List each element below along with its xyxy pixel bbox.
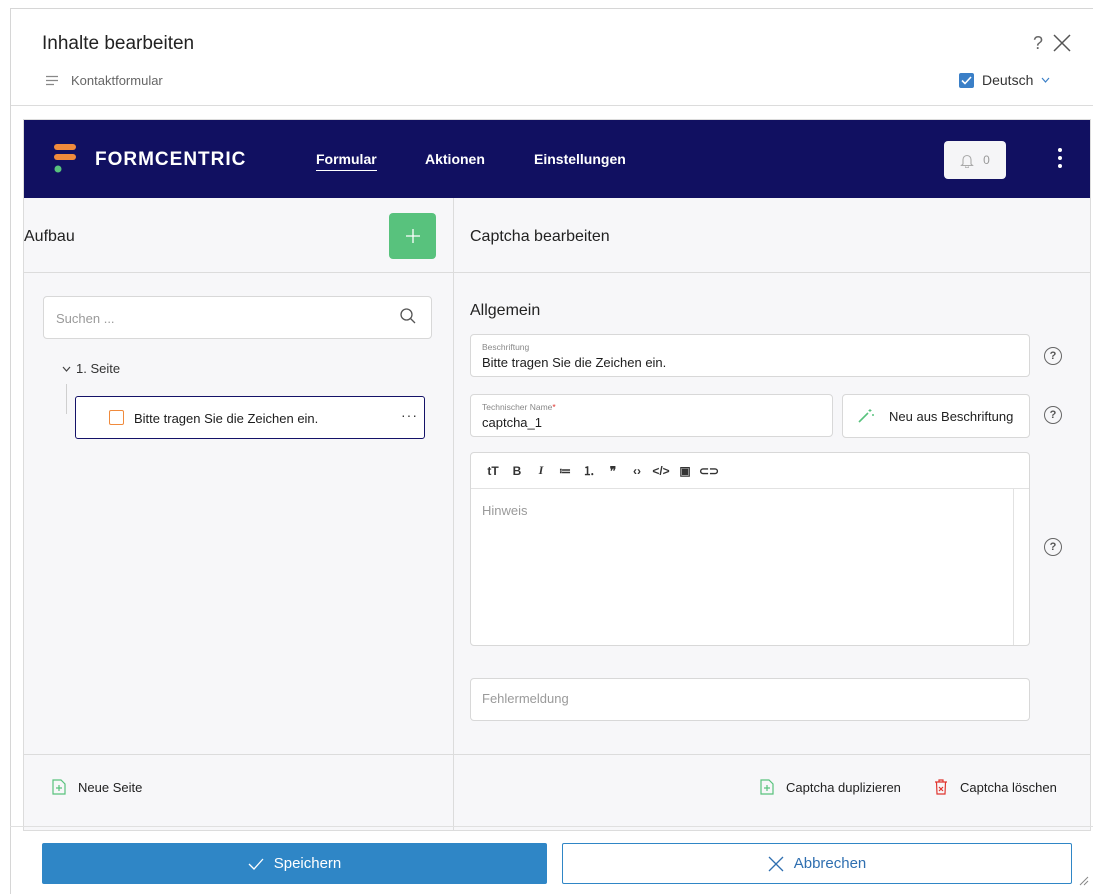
label-value: Bitte tragen Sie die Zeichen ein.: [482, 355, 667, 370]
dialog-title: Inhalte bearbeiten: [42, 33, 195, 54]
tree-item-captcha[interactable]: Bitte tragen Sie die Zeichen ein. ···: [75, 396, 425, 439]
help-icon[interactable]: ?: [1044, 538, 1062, 556]
help-icon[interactable]: ?: [1044, 406, 1062, 424]
image-icon[interactable]: ▣: [673, 464, 697, 478]
duplicate-captcha-button[interactable]: Captcha duplizieren: [760, 779, 901, 795]
cancel-button[interactable]: Abbrechen: [562, 843, 1072, 884]
close-icon[interactable]: [1051, 32, 1073, 54]
settings-title: Captcha bearbeiten: [470, 228, 610, 245]
trash-icon: [935, 779, 947, 795]
language-label: Deutsch: [982, 72, 1034, 88]
hint-editor[interactable]: tT B I ≔ ⒈ ❞ ‹› </> ▣ ⊂⊃ Hinweis: [470, 452, 1030, 646]
cancel-label: Abbrechen: [793, 855, 867, 872]
tree-connector: [66, 384, 67, 414]
new-page-button[interactable]: Neue Seite: [52, 779, 142, 795]
technical-name-caption: Technischer Name*: [482, 402, 556, 412]
check-icon: [248, 858, 264, 870]
breadcrumb: Kontaktformular: [45, 73, 163, 88]
form-editor: FORMCENTRIC Formular Aktionen Einstellun…: [23, 119, 1091, 831]
duplicate-icon: [760, 779, 774, 795]
bullet-list-icon[interactable]: ≔: [553, 464, 577, 478]
structure-header: Aufbau: [24, 198, 454, 273]
label-caption: Beschriftung: [482, 342, 530, 352]
chevron-down-icon: [1041, 77, 1050, 83]
section-title: Allgemein: [470, 302, 541, 319]
search-icon[interactable]: [399, 307, 417, 325]
structure-footer: Neue Seite: [24, 754, 454, 830]
top-navigation: FORMCENTRIC Formular Aktionen Einstellun…: [24, 120, 1090, 198]
quote-icon[interactable]: ❞: [601, 464, 625, 478]
add-element-button[interactable]: [389, 213, 436, 259]
plus-icon: [405, 229, 420, 243]
generate-from-label-button[interactable]: Neu aus Beschriftung: [842, 394, 1030, 438]
notifications-button[interactable]: 0: [944, 141, 1006, 179]
new-page-label: Neue Seite: [78, 779, 143, 795]
tree-page-label: 1. Seite: [76, 361, 121, 376]
language-checkbox[interactable]: [959, 72, 974, 88]
label-field[interactable]: Beschriftung Bitte tragen Sie die Zeiche…: [470, 334, 1030, 377]
nav-formular[interactable]: Formular: [316, 151, 377, 171]
add-file-icon: [52, 779, 66, 795]
language-selector[interactable]: Deutsch: [959, 72, 1050, 88]
save-label: Speichern: [273, 855, 342, 872]
editor-scrollbar[interactable]: [1013, 489, 1014, 645]
tree-page-node[interactable]: 1. Seite: [62, 361, 120, 376]
chevron-down-icon: [62, 366, 71, 372]
settings-footer: Captcha duplizieren Captcha löschen: [454, 754, 1090, 830]
error-message-input[interactable]: [482, 691, 1002, 706]
hint-placeholder: Hinweis: [482, 503, 528, 518]
error-message-field[interactable]: [470, 678, 1030, 721]
close-icon: [768, 856, 784, 871]
bold-icon[interactable]: B: [505, 464, 529, 478]
notification-count: 0: [983, 153, 990, 167]
duplicate-label: Captcha duplizieren: [786, 779, 901, 795]
technical-name-value: captcha_1: [482, 415, 542, 430]
italic-icon[interactable]: I: [529, 463, 553, 478]
editor-toolbar: tT B I ≔ ⒈ ❞ ‹› </> ▣ ⊂⊃: [471, 453, 1029, 489]
tree-item-label: Bitte tragen Sie die Zeichen ein.: [134, 411, 319, 426]
help-icon[interactable]: ?: [1033, 33, 1043, 54]
document-icon: [46, 75, 58, 86]
divider: [10, 826, 1093, 827]
captcha-icon: [109, 410, 124, 425]
element-settings-panel: Captcha bearbeiten Allgemein Beschriftun…: [454, 198, 1090, 830]
generate-label: Neu aus Beschriftung: [889, 408, 1014, 424]
inline-code-icon[interactable]: ‹›: [625, 464, 649, 478]
structure-title: Aufbau: [24, 228, 75, 245]
technical-name-field[interactable]: Technischer Name* captcha_1: [470, 394, 833, 437]
resize-handle-icon[interactable]: [1079, 876, 1089, 886]
numbered-list-icon[interactable]: ⒈: [577, 462, 601, 479]
search-field[interactable]: [43, 296, 432, 339]
formcentric-logo-icon: [54, 144, 76, 173]
divider: [11, 105, 1093, 106]
search-input[interactable]: [56, 308, 376, 328]
nav-einstellungen[interactable]: Einstellungen: [534, 151, 626, 167]
bell-icon: [960, 154, 974, 168]
delete-captcha-button[interactable]: Captcha löschen: [934, 779, 1057, 795]
settings-header: Captcha bearbeiten: [454, 198, 1090, 273]
help-icon[interactable]: ?: [1044, 347, 1062, 365]
delete-label: Captcha löschen: [960, 779, 1057, 795]
structure-panel: Aufbau 1. Seite Bitte tragen Sie die Zei…: [24, 198, 454, 830]
brand-name: FORMCENTRIC: [95, 149, 247, 170]
edit-dialog: Inhalte bearbeiten ? Kontaktformular Deu…: [10, 8, 1093, 894]
more-horizontal-icon[interactable]: ···: [401, 407, 418, 423]
link-icon[interactable]: ⊂⊃: [697, 464, 721, 478]
more-vertical-icon[interactable]: [1057, 147, 1063, 169]
breadcrumb-label: Kontaktformular: [71, 73, 163, 88]
magic-wand-icon: [858, 409, 874, 423]
save-button[interactable]: Speichern: [42, 843, 547, 884]
nav-aktionen[interactable]: Aktionen: [425, 151, 485, 167]
text-size-icon[interactable]: tT: [481, 464, 505, 478]
code-block-icon[interactable]: </>: [649, 464, 673, 478]
